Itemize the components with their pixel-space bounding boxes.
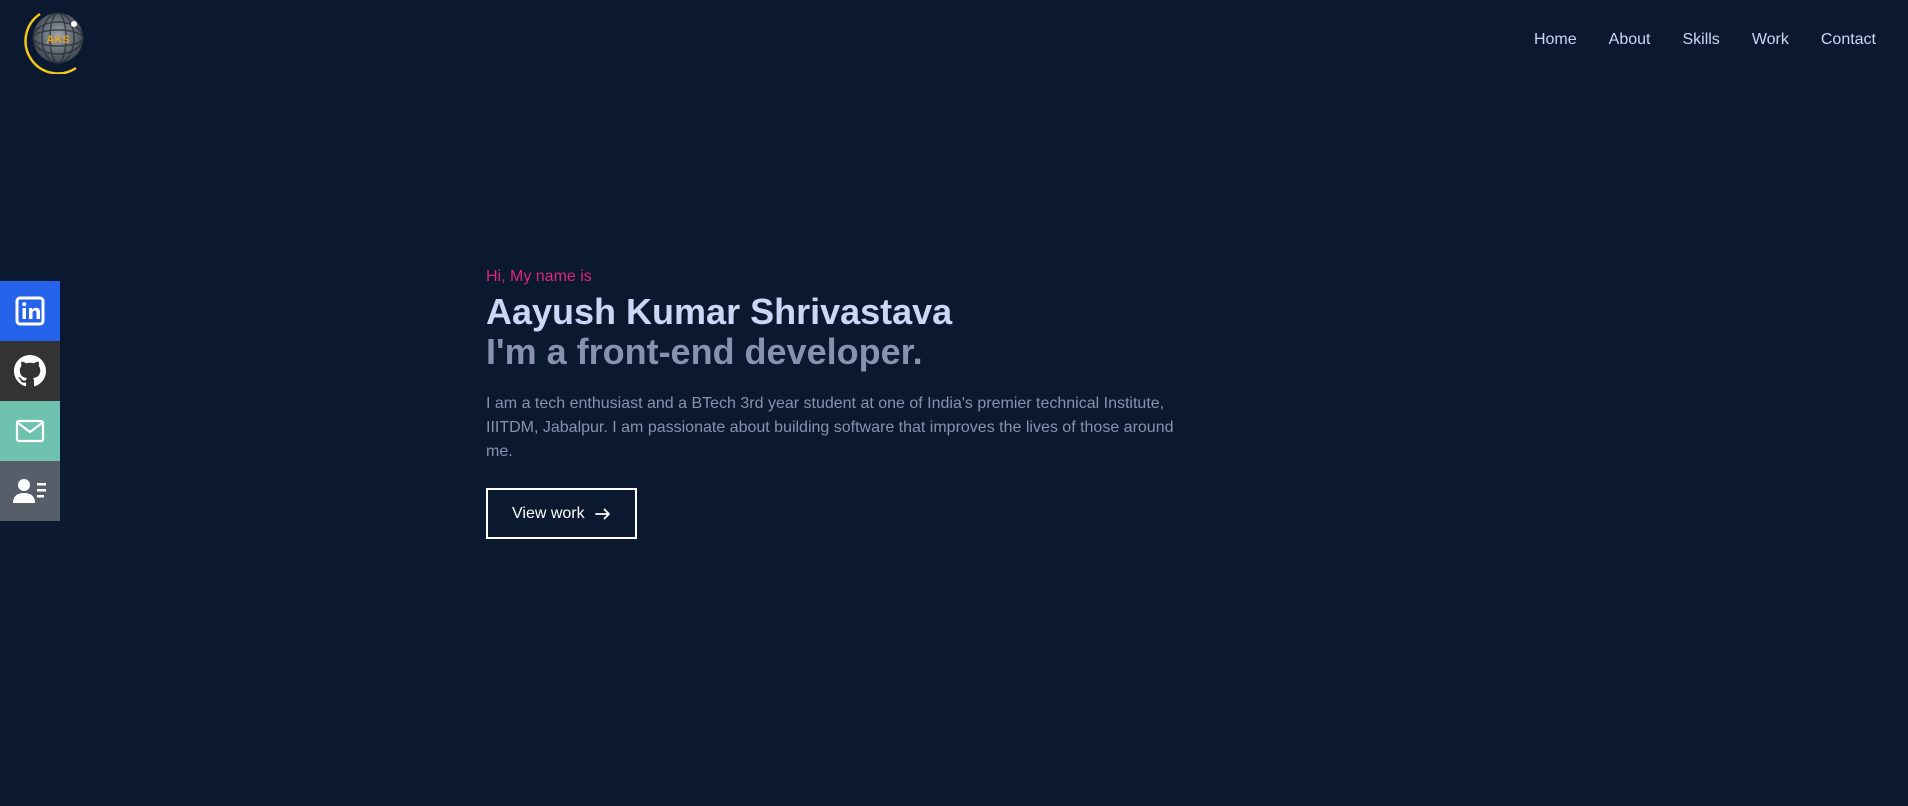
- social-github-link[interactable]: [0, 341, 60, 401]
- nav-contact[interactable]: Contact: [1821, 28, 1876, 52]
- site-logo[interactable]: AKS: [20, 6, 92, 75]
- globe-logo-icon: AKS: [24, 12, 84, 75]
- hero-greeting: Hi, My name is: [486, 268, 592, 285]
- nav-about[interactable]: About: [1609, 28, 1651, 52]
- social-email-link[interactable]: [0, 401, 60, 461]
- view-work-label: View work: [512, 504, 585, 522]
- mail-icon: [15, 419, 45, 443]
- github-icon: [14, 355, 46, 387]
- linkedin-icon: [15, 296, 45, 326]
- social-resume-link[interactable]: [0, 461, 60, 521]
- hero-name: Aayush Kumar Shrivastava: [486, 291, 953, 332]
- hero-role: I'm a front-end developer.: [486, 331, 923, 372]
- social-sidebar: [0, 281, 60, 521]
- hero-bio: I am a tech enthusiast and a BTech 3rd y…: [486, 395, 1174, 460]
- social-linkedin-link[interactable]: [0, 281, 60, 341]
- nav-skills[interactable]: Skills: [1682, 28, 1719, 52]
- nav-work[interactable]: Work: [1752, 28, 1789, 52]
- arrow-right-icon: [594, 508, 610, 519]
- portfolio-page: AKS Home About Skills Work Contact Hi, M…: [0, 0, 1908, 806]
- nav-home[interactable]: Home: [1534, 28, 1577, 52]
- view-work-button[interactable]: View work: [486, 488, 637, 539]
- resume-icon: [13, 479, 46, 503]
- hero-section: Hi, My name is Aayush Kumar Shrivastava …: [486, 264, 1186, 539]
- main-nav: Home About Skills Work Contact: [1534, 28, 1876, 52]
- logo-text: AKS: [46, 34, 69, 46]
